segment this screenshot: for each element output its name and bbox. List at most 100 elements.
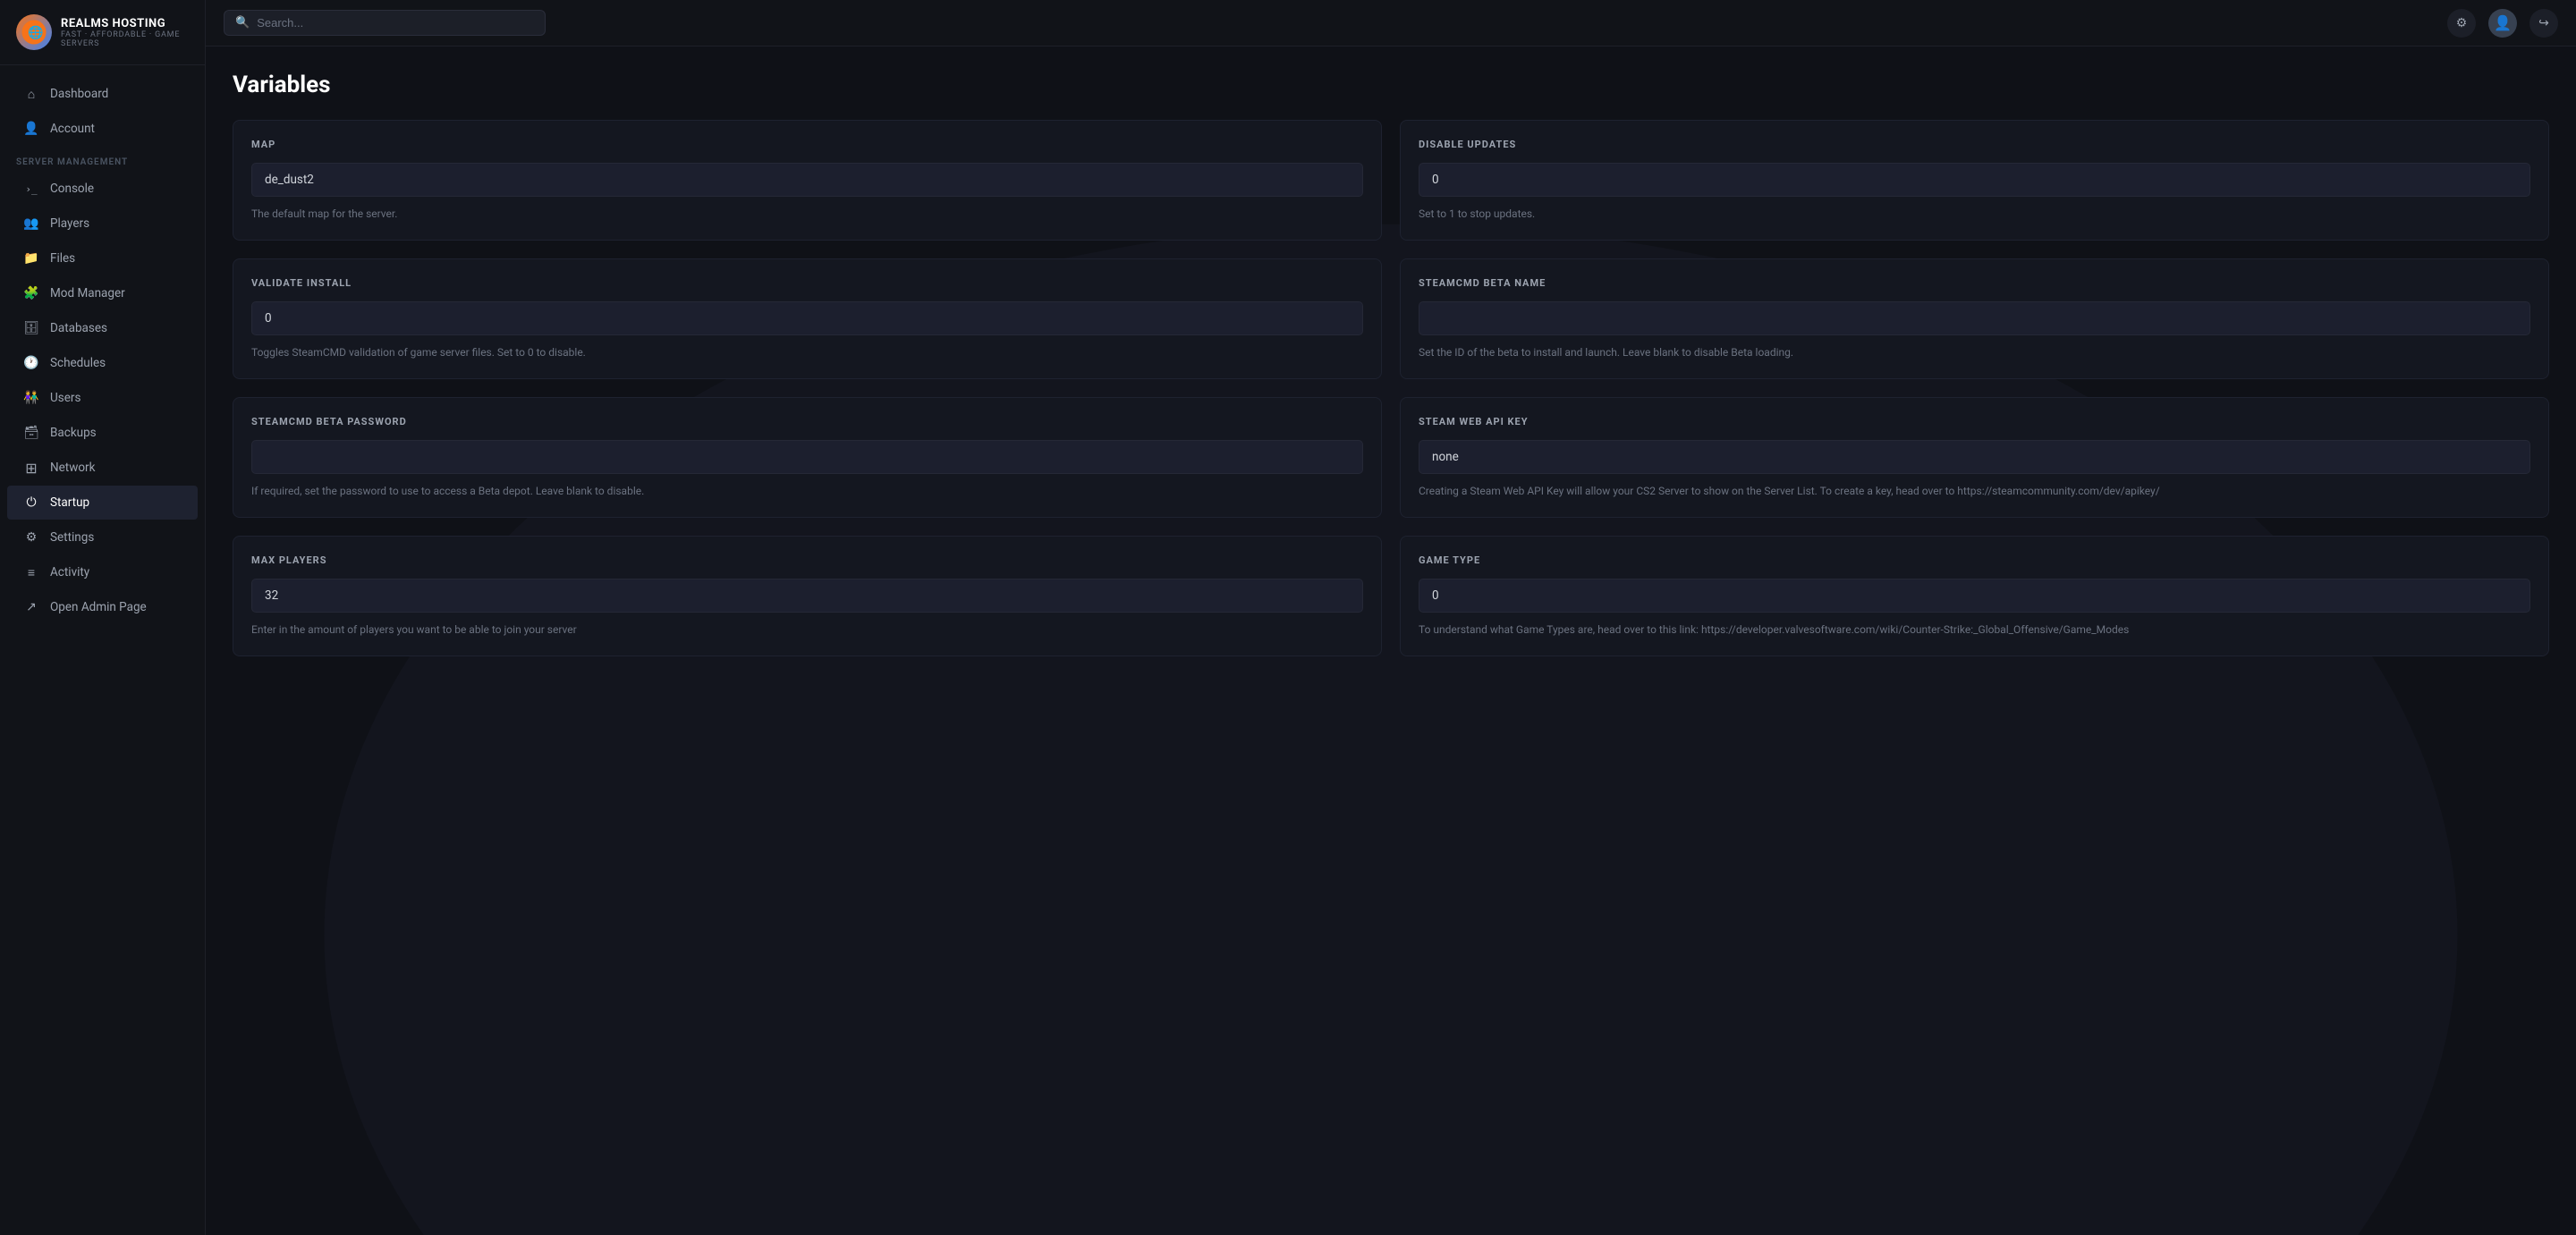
- search-icon: 🔍: [235, 16, 250, 30]
- sidebar-item-label: Databases: [50, 321, 107, 335]
- logout-button[interactable]: ↪: [2529, 9, 2558, 38]
- sidebar-item-settings[interactable]: ⚙ Settings: [7, 520, 198, 554]
- network-icon: ⊞: [23, 460, 39, 476]
- variable-card-steamcmd-beta-name: STEAMCMD BETA NAME Set the ID of the beta…: [1400, 258, 2549, 379]
- sidebar-item-account[interactable]: 👤 Account: [7, 112, 198, 146]
- account-icon: 👤: [23, 121, 39, 137]
- sidebar-item-backups[interactable]: 🗃 Backups: [7, 416, 198, 450]
- gear-icon: ⚙: [2456, 16, 2468, 30]
- startup-icon: ⏻: [23, 495, 39, 511]
- home-icon: ⌂: [23, 86, 39, 102]
- sidebar-nav: ⌂ Dashboard 👤 Account SERVER MANAGEMENT …: [0, 65, 205, 1235]
- sidebar-item-label: Files: [50, 251, 75, 266]
- search-wrap[interactable]: 🔍: [224, 10, 546, 36]
- var-desc-max-players: Enter in the amount of players you want …: [251, 622, 1363, 638]
- server-management-label: SERVER MANAGEMENT: [0, 147, 205, 171]
- sidebar-item-label: Open Admin Page: [50, 600, 147, 614]
- sidebar-item-activity[interactable]: ≡ Activity: [7, 555, 198, 589]
- sidebar-item-players[interactable]: 👥 Players: [7, 207, 198, 241]
- sidebar-item-label: Startup: [50, 495, 89, 510]
- var-input-steamcmd-beta-name[interactable]: [1419, 301, 2530, 335]
- var-input-steamcmd-beta-password[interactable]: [251, 440, 1363, 474]
- var-label-game-type: GAME TYPE: [1419, 554, 2530, 566]
- var-desc-map: The default map for the server.: [251, 206, 1363, 222]
- sidebar-item-dashboard[interactable]: ⌂ Dashboard: [7, 77, 198, 111]
- sidebar-item-label: Dashboard: [50, 87, 108, 101]
- variable-card-validate-install: VALIDATE INSTALL Toggles SteamCMD validat…: [233, 258, 1382, 379]
- main-area: 🔍 ⚙ 👤 ↪ Variables MAP The default map for…: [206, 0, 2576, 1235]
- var-label-map: MAP: [251, 139, 1363, 150]
- var-input-disable-updates[interactable]: [1419, 163, 2530, 197]
- var-label-steamcmd-beta-password: STEAMCMD BETA PASSWORD: [251, 416, 1363, 427]
- page-title: Variables: [233, 72, 2549, 98]
- logo-title: REALMS HOSTING: [61, 17, 189, 30]
- sidebar-item-label: Mod Manager: [50, 286, 125, 300]
- var-label-steam-web-api-key: STEAM WEB API KEY: [1419, 416, 2530, 427]
- sidebar-item-label: Activity: [50, 565, 89, 579]
- sidebar: 🌐 REALMS HOSTING FAST · AFFORDABLE · GAM…: [0, 0, 206, 1235]
- sidebar-item-label: Players: [50, 216, 89, 231]
- sidebar-item-network[interactable]: ⊞ Network: [7, 451, 198, 485]
- topbar: 🔍 ⚙ 👤 ↪: [206, 0, 2576, 47]
- sidebar-item-label: Account: [50, 122, 95, 136]
- users-icon: 👫: [23, 390, 39, 406]
- variable-card-max-players: MAX PLAYERS Enter in the amount of player…: [233, 536, 1382, 656]
- var-label-validate-install: VALIDATE INSTALL: [251, 277, 1363, 289]
- sidebar-item-label: Backups: [50, 426, 97, 440]
- var-input-steam-web-api-key[interactable]: [1419, 440, 2530, 474]
- search-input[interactable]: [257, 16, 534, 30]
- files-icon: 📁: [23, 250, 39, 266]
- settings-icon: ⚙: [23, 529, 39, 546]
- players-icon: 👥: [23, 216, 39, 232]
- logo-icon: 🌐: [16, 14, 52, 50]
- var-input-validate-install[interactable]: [251, 301, 1363, 335]
- sidebar-item-label: Schedules: [50, 356, 106, 370]
- sidebar-item-schedules[interactable]: 🕐 Schedules: [7, 346, 198, 380]
- sidebar-item-label: Users: [50, 391, 80, 405]
- sidebar-item-mod-manager[interactable]: 🧩 Mod Manager: [7, 276, 198, 310]
- open-admin-icon: ↗: [23, 599, 39, 615]
- var-label-steamcmd-beta-name: STEAMCMD BETA NAME: [1419, 277, 2530, 289]
- settings-button[interactable]: ⚙: [2447, 9, 2476, 38]
- sidebar-item-databases[interactable]: 🗄 Databases: [7, 311, 198, 345]
- variable-card-steam-web-api-key: STEAM WEB API KEY Creating a Steam Web AP…: [1400, 397, 2549, 518]
- sidebar-item-label: Console: [50, 182, 94, 196]
- schedules-icon: 🕐: [23, 355, 39, 371]
- variable-card-disable-updates: DISABLE UPDATES Set to 1 to stop updates.: [1400, 120, 2549, 241]
- var-desc-steamcmd-beta-name: Set the ID of the beta to install and la…: [1419, 344, 2530, 360]
- var-label-max-players: MAX PLAYERS: [251, 554, 1363, 566]
- logo-subtitle: FAST · AFFORDABLE · GAME SERVERS: [61, 30, 189, 48]
- activity-icon: ≡: [23, 564, 39, 580]
- backups-icon: 🗃: [23, 425, 39, 441]
- variable-card-map: MAP The default map for the server.: [233, 120, 1382, 241]
- var-input-max-players[interactable]: [251, 579, 1363, 613]
- var-desc-validate-install: Toggles SteamCMD validation of game serv…: [251, 344, 1363, 360]
- avatar[interactable]: 👤: [2488, 9, 2517, 38]
- mod-manager-icon: 🧩: [23, 285, 39, 301]
- svg-text:🌐: 🌐: [28, 25, 43, 40]
- avatar-icon: 👤: [2494, 14, 2512, 31]
- variable-card-steamcmd-beta-password: STEAMCMD BETA PASSWORD If required, set t…: [233, 397, 1382, 518]
- databases-icon: 🗄: [23, 320, 39, 336]
- console-icon: ›_: [23, 181, 39, 197]
- sidebar-item-label: Network: [50, 461, 95, 475]
- sidebar-item-startup[interactable]: ⏻ Startup: [7, 486, 198, 520]
- variables-grid: MAP The default map for the server. DISABL…: [233, 120, 2549, 656]
- var-input-game-type[interactable]: [1419, 579, 2530, 613]
- sidebar-item-users[interactable]: 👫 Users: [7, 381, 198, 415]
- content: Variables MAP The default map for the ser…: [206, 47, 2576, 1235]
- sidebar-item-label: Settings: [50, 530, 94, 545]
- var-desc-game-type: To understand what Game Types are, head …: [1419, 622, 2530, 638]
- var-desc-steamcmd-beta-password: If required, set the password to use to …: [251, 483, 1363, 499]
- sidebar-item-open-admin[interactable]: ↗ Open Admin Page: [7, 590, 198, 624]
- var-desc-disable-updates: Set to 1 to stop updates.: [1419, 206, 2530, 222]
- topbar-right: ⚙ 👤 ↪: [2447, 9, 2558, 38]
- var-input-map[interactable]: [251, 163, 1363, 197]
- sidebar-item-console[interactable]: ›_ Console: [7, 172, 198, 206]
- var-label-disable-updates: DISABLE UPDATES: [1419, 139, 2530, 150]
- logo: 🌐 REALMS HOSTING FAST · AFFORDABLE · GAM…: [0, 0, 205, 65]
- variable-card-game-type: GAME TYPE To understand what Game Types a…: [1400, 536, 2549, 656]
- logout-icon: ↪: [2538, 16, 2549, 30]
- sidebar-item-files[interactable]: 📁 Files: [7, 241, 198, 275]
- var-desc-steam-web-api-key: Creating a Steam Web API Key will allow …: [1419, 483, 2530, 499]
